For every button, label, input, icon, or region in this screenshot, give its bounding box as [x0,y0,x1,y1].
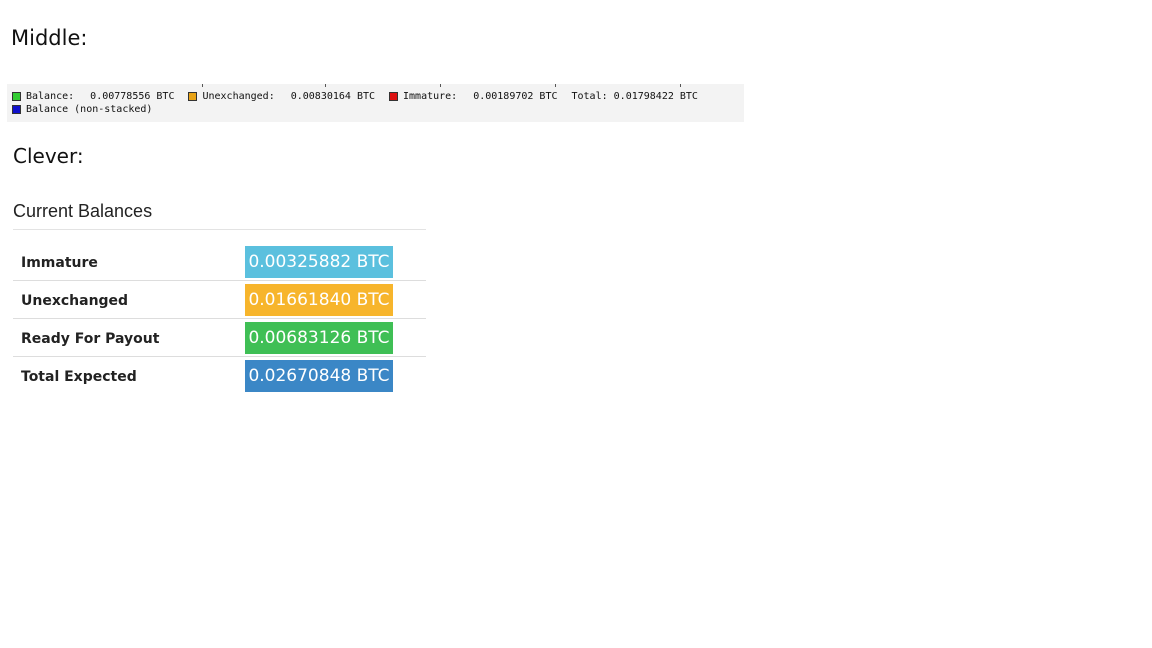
title-divider [13,229,426,230]
row-label: Unexchanged [21,293,129,309]
legend-total: Total: 0.01798422 BTC [571,91,698,102]
graph-legend: Balance: 0.00778556 BTC Unexchanged: 0.0… [7,84,744,122]
axis-ticks [7,84,744,87]
table-row: Immature 0.00325882 BTC [13,243,426,281]
table-row: Unexchanged 0.01661840 BTC [13,281,426,319]
clever-heading: Clever: [13,144,84,168]
unexchanged-swatch-icon [188,92,198,101]
immature-swatch-icon [389,92,399,101]
table-row: Total Expected 0.02670848 BTC [13,357,426,394]
row-label: Immature [21,255,98,271]
legend-item-balance: Balance: 0.00778556 BTC [12,91,174,102]
unexchanged-value-badge: 0.01661840 BTC [245,284,393,316]
row-label: Total Expected [21,369,137,385]
ready-for-payout-value-badge: 0.00683126 BTC [245,322,393,354]
legend-item-immature: Immature: 0.00189702 BTC [389,91,558,102]
legend-item-unexchanged: Unexchanged: 0.00830164 BTC [188,91,375,102]
total-expected-value-badge: 0.02670848 BTC [245,360,393,392]
middle-heading: Middle: [11,26,88,50]
immature-value-badge: 0.00325882 BTC [245,246,393,278]
current-balances-title: Current Balances [13,201,153,221]
row-label: Ready For Payout [21,331,160,347]
balance-non-stacked-swatch-icon [12,105,21,114]
balance-swatch-icon [12,92,21,101]
table-row: Ready For Payout 0.00683126 BTC [13,319,426,357]
balances-table: Immature 0.00325882 BTC Unexchanged 0.01… [13,243,426,394]
legend-line-2: Balance (non-stacked) [12,104,152,115]
legend-line-1: Balance: 0.00778556 BTC Unexchanged: 0.0… [12,91,698,102]
